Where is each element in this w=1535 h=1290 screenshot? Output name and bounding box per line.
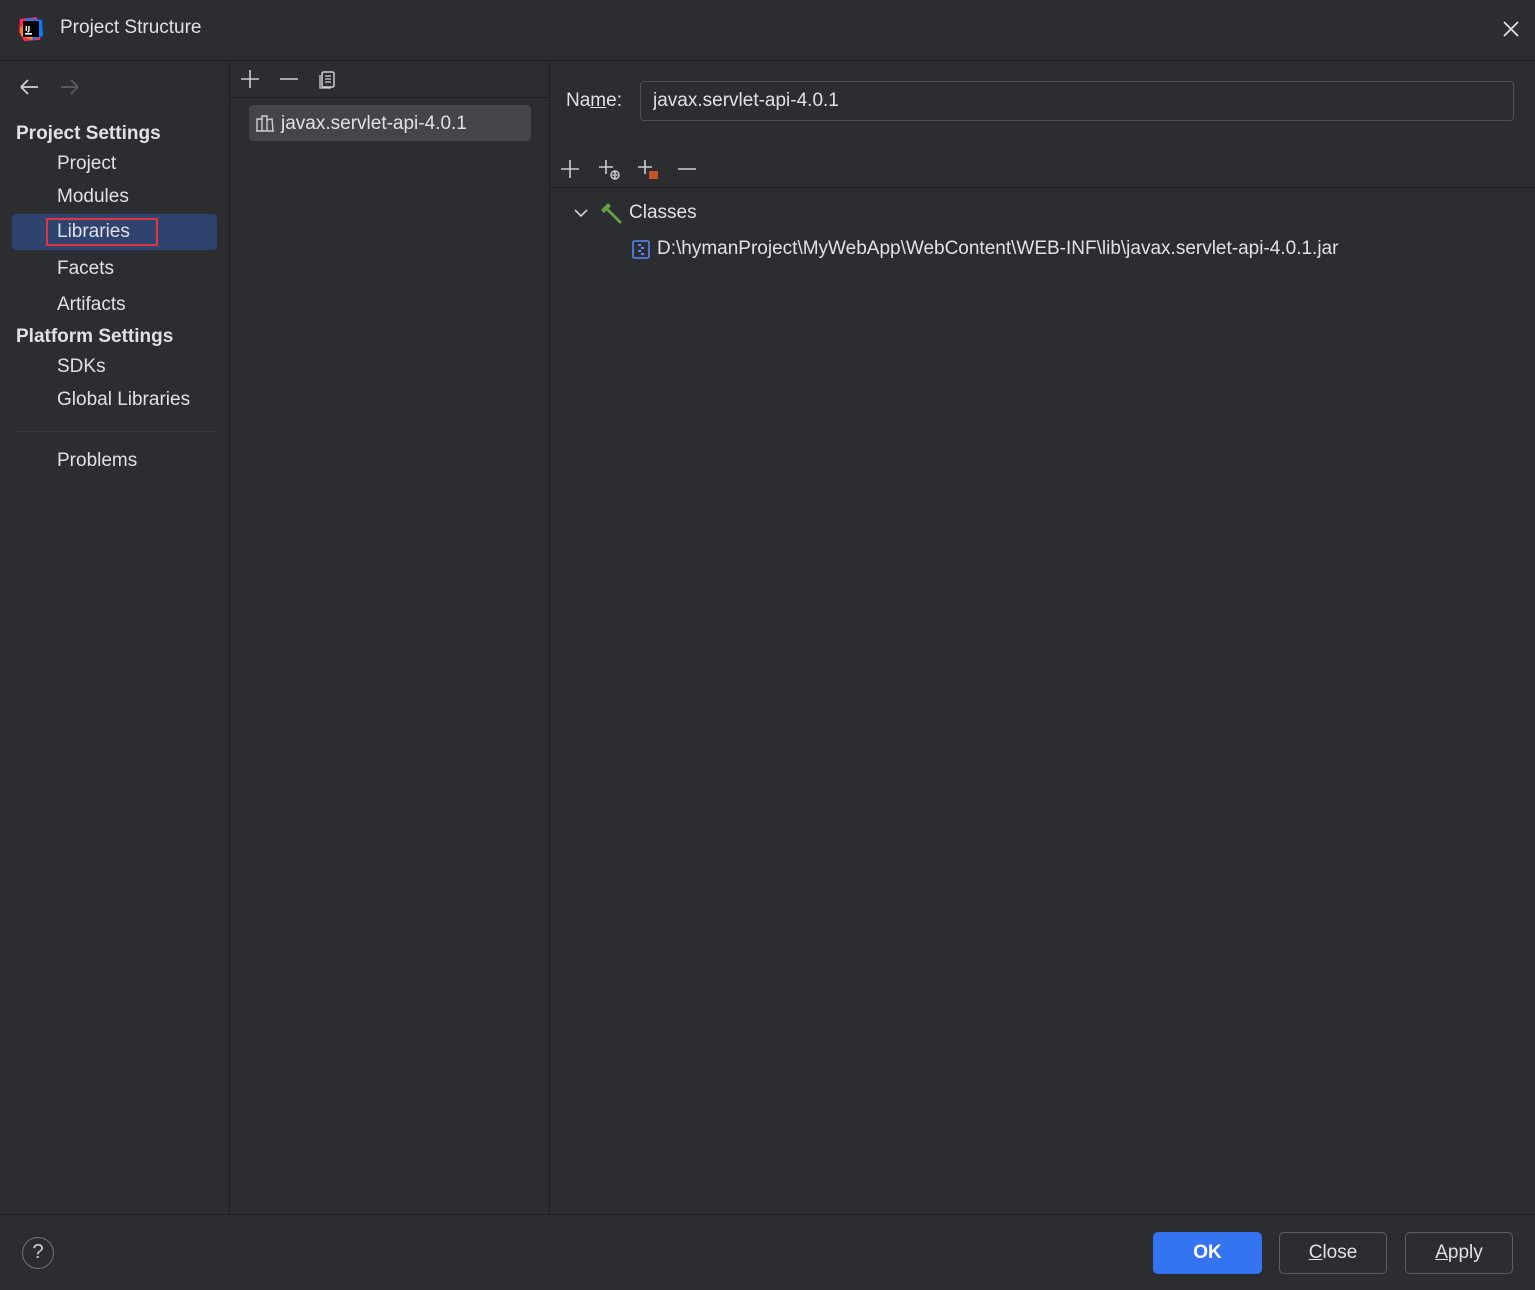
nav-item-label: Global Libraries (57, 389, 191, 410)
minus-icon[interactable] (675, 157, 699, 181)
svg-text:IJ: IJ (25, 25, 30, 33)
library-detail-panel: Name: Classes D:\hyman (550, 61, 1535, 1213)
nav-item-modules[interactable]: Modules (12, 180, 217, 214)
name-label-part: e: (606, 90, 622, 111)
name-label-mnemonic: m (590, 90, 607, 111)
nav-item-problems[interactable]: Problems (12, 444, 217, 478)
add-excluded-icon[interactable] (636, 157, 660, 181)
nav-item-label: Artifacts (57, 294, 126, 315)
tree-node-label: Classes (629, 202, 697, 223)
library-list-panel: javax.servlet-api-4.0.1 (230, 61, 550, 1213)
close-button[interactable]: Close (1279, 1232, 1387, 1274)
platform-settings-header: Platform Settings (16, 326, 174, 347)
nav-item-facets[interactable]: Facets (12, 252, 217, 286)
nav-item-label: Libraries (57, 221, 130, 242)
close-mnemonic: C (1308, 1242, 1323, 1263)
nav-item-project[interactable]: Project (12, 147, 217, 181)
title-bar: IJ Project Structure (0, 0, 1535, 61)
nav-item-artifacts[interactable]: Artifacts (12, 288, 217, 322)
plus-icon[interactable] (558, 157, 582, 181)
close-label-rest: lose (1322, 1242, 1358, 1263)
nav-divider (16, 431, 216, 432)
window-title: Project Structure (60, 17, 202, 38)
library-list-toolbar (230, 61, 549, 98)
apply-label-rest: pply (1447, 1242, 1483, 1263)
nav-item-label: SDKs (57, 356, 106, 377)
nav-item-sdks[interactable]: SDKs (12, 350, 217, 384)
library-name: javax.servlet-api-4.0.1 (281, 113, 467, 134)
hammer-icon (599, 201, 623, 225)
apply-button[interactable]: Apply (1405, 1232, 1513, 1274)
ok-button[interactable]: OK (1153, 1232, 1262, 1274)
minus-icon[interactable] (277, 67, 301, 91)
jar-file-icon (631, 239, 651, 259)
help-button[interactable]: ? (22, 1237, 54, 1269)
name-label: Name: (566, 90, 622, 112)
nav-item-label: Project (57, 153, 117, 174)
settings-nav: Project Settings Project Modules Librari… (0, 61, 230, 1213)
intellij-logo-icon: IJ (18, 16, 44, 42)
tree-node-classes[interactable]: Classes (550, 196, 1535, 230)
close-icon[interactable] (1498, 16, 1524, 42)
arrow-left-icon[interactable] (18, 75, 42, 99)
plus-icon[interactable] (238, 67, 262, 91)
classes-toolbar (550, 153, 1535, 188)
copy-icon[interactable] (316, 67, 340, 91)
dialog-button-bar: ? OK Close Apply (0, 1214, 1535, 1290)
apply-mnemonic: A (1435, 1242, 1448, 1263)
chevron-down-icon[interactable] (572, 204, 590, 222)
nav-item-label: Problems (57, 450, 138, 471)
nav-item-libraries[interactable]: Libraries (12, 214, 217, 250)
name-label-part: Na (566, 90, 591, 111)
library-icon (255, 113, 275, 133)
name-field[interactable] (640, 81, 1514, 121)
arrow-right-icon[interactable] (57, 75, 81, 99)
nav-item-global-libraries[interactable]: Global Libraries (12, 383, 217, 417)
nav-item-label: Modules (57, 186, 129, 207)
add-url-icon[interactable] (597, 157, 621, 181)
library-list-item[interactable]: javax.servlet-api-4.0.1 (249, 105, 531, 141)
tree-node-label: D:\hymanProject\MyWebApp\WebContent\WEB-… (657, 238, 1339, 259)
nav-item-label: Facets (57, 258, 115, 279)
tree-node-jar[interactable]: D:\hymanProject\MyWebApp\WebContent\WEB-… (550, 232, 1535, 266)
project-settings-header: Project Settings (16, 123, 161, 144)
